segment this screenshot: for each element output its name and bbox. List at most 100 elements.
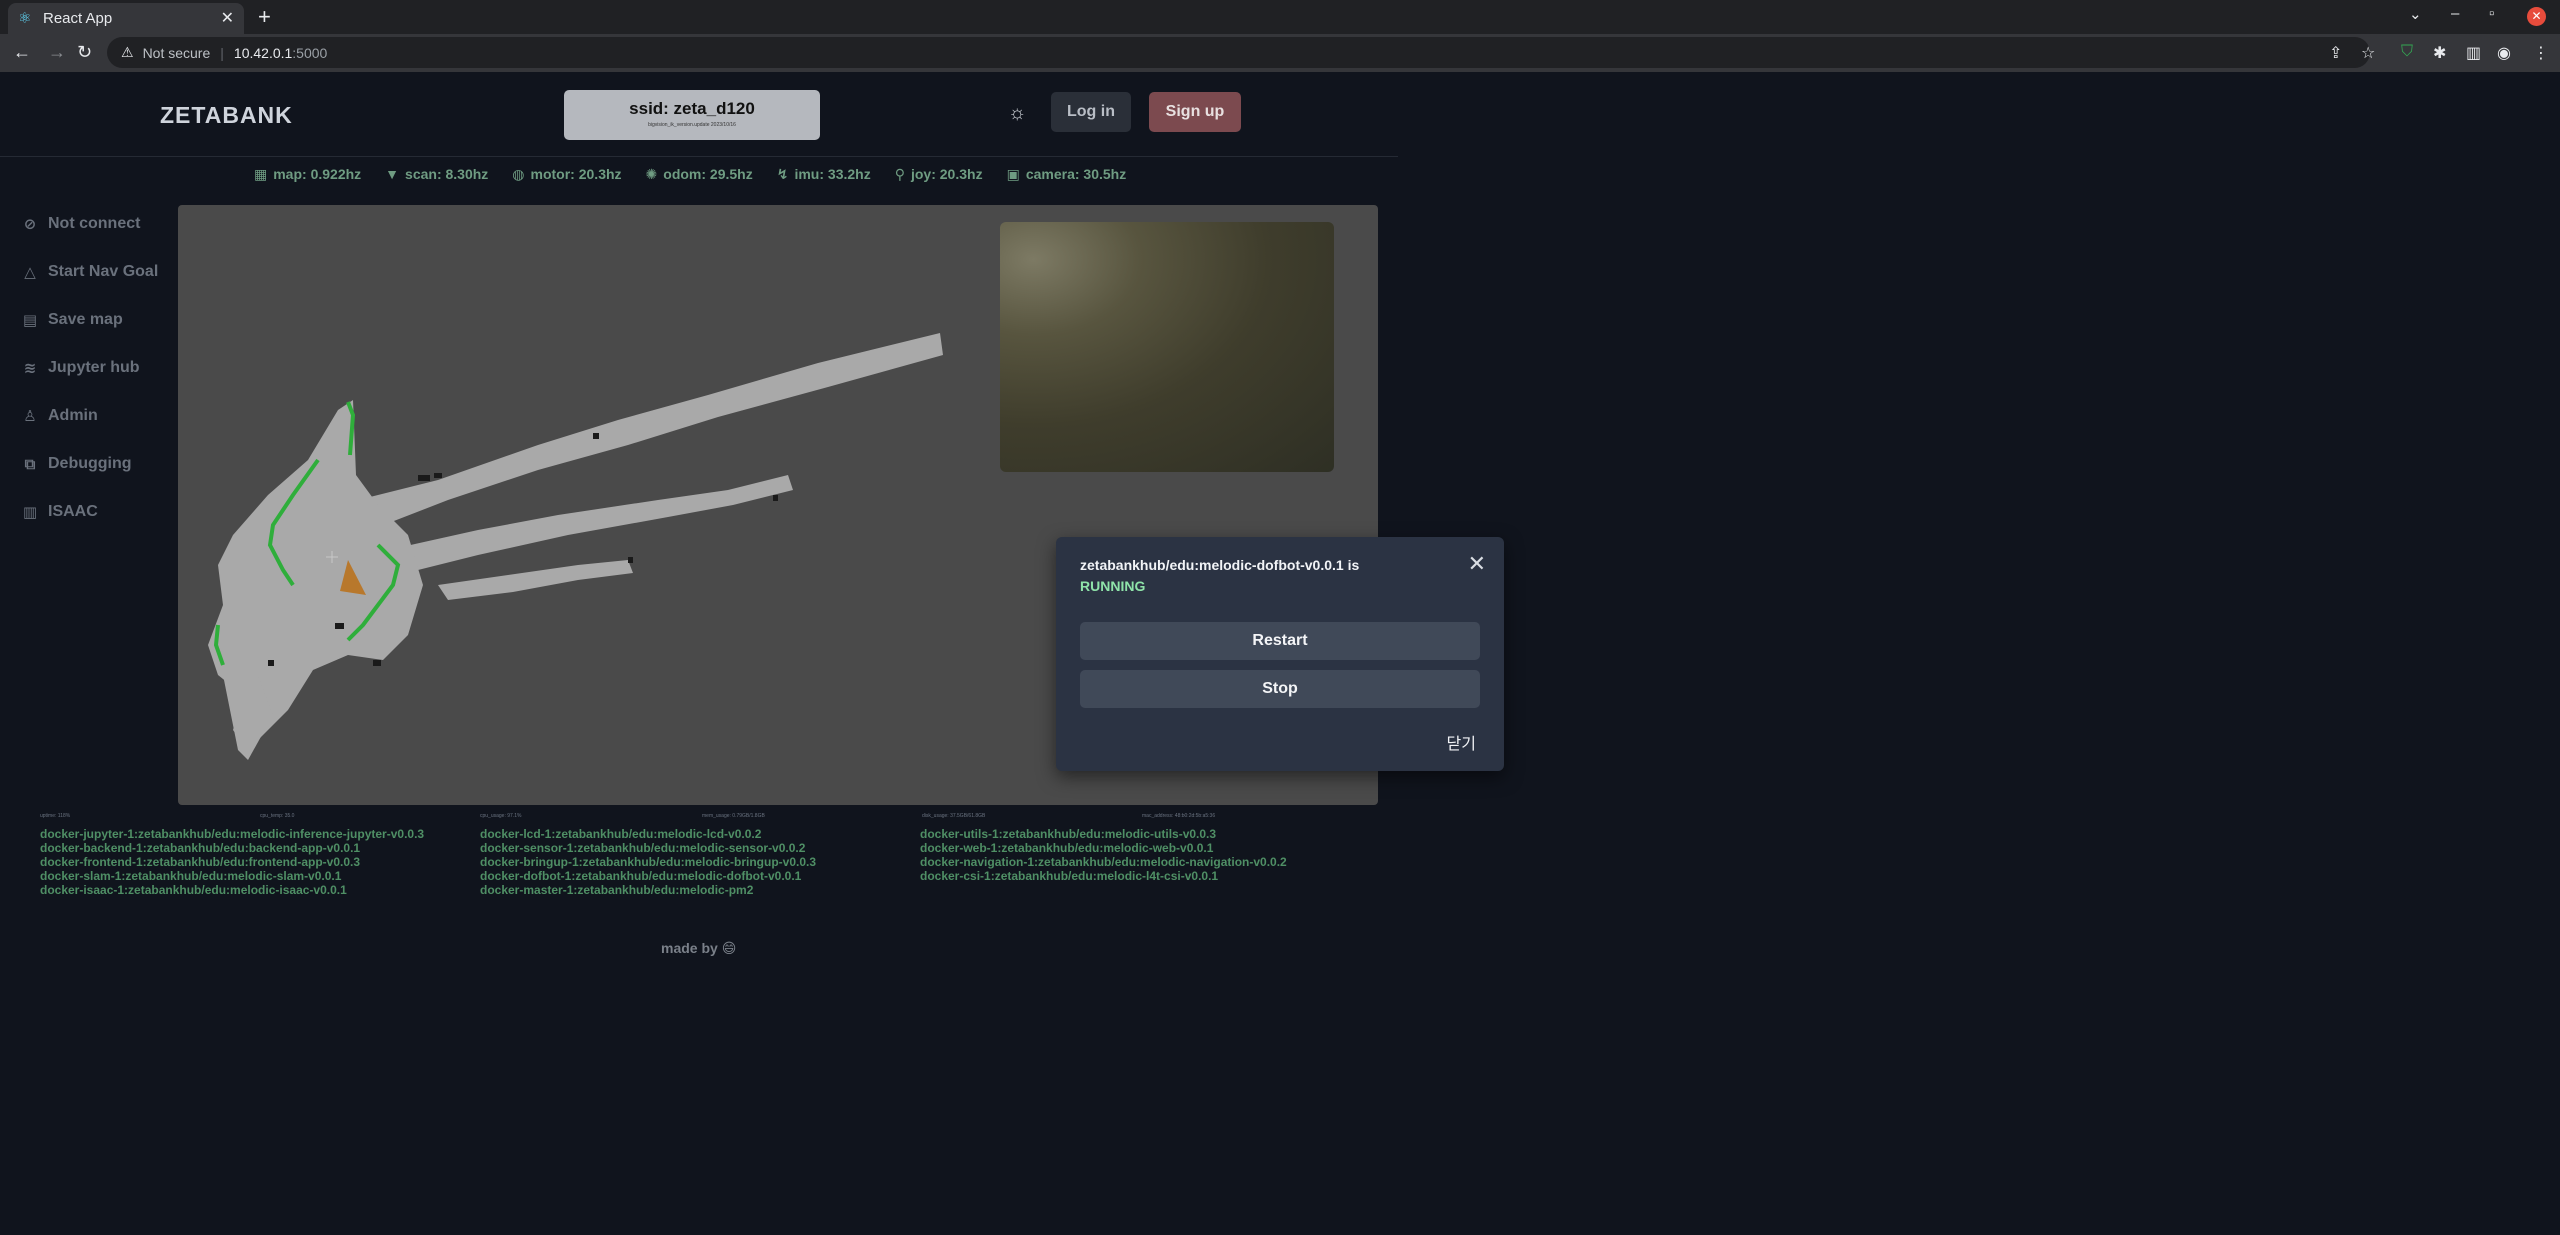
uptime-label: uptime: 118% <box>40 813 71 819</box>
signup-button[interactable]: Sign up <box>1149 92 1241 132</box>
ssid-box: ssid: zeta_d120 bigvision_ik_version.upd… <box>564 90 820 140</box>
dialog-title-text: zetabankhub/edu:melodic-dofbot-v0.0.1 is <box>1080 557 1360 573</box>
motor-icon: ◍ <box>512 165 525 182</box>
sidebar-item-connect[interactable]: ⊘ Not connect <box>20 200 180 248</box>
save-map-icon: ▤ <box>22 312 38 329</box>
url-port: :5000 <box>292 44 328 61</box>
container-item[interactable]: docker-isaac-1:zetabankhub/edu:melodic-i… <box>40 883 424 897</box>
address-bar[interactable]: ⚠ Not secure | 10.42.0.1 :5000 <box>107 37 2370 68</box>
browser-tab-bar: ⚛ React App ✕ + ⌄ – ▫ ✕ <box>0 0 2560 34</box>
chart-icon: ▥ <box>22 504 38 521</box>
restore-icon[interactable]: ▫ <box>2489 5 2494 22</box>
compass-icon: ⊘ <box>23 216 37 233</box>
status-text: motor: 20.3hz <box>530 166 622 182</box>
sidebar-item-label: Save map <box>48 311 123 328</box>
dialog-close-button[interactable]: 닫기 <box>1447 730 1476 754</box>
container-item[interactable]: docker-jupyter-1:zetabankhub/edu:melodic… <box>40 827 424 841</box>
sidebar: ⊘ Not connect △ Start Nav Goal ▤ Save map ≋… <box>20 200 180 536</box>
dialog-title: zetabankhub/edu:melodic-dofbot-v0.0.1 is… <box>1080 555 1440 597</box>
close-icon[interactable]: ✕ <box>1468 551 1486 577</box>
logo[interactable]: ZETABANK <box>160 102 293 129</box>
disk-usage-label: disk_usage: 37.5GB/61.8GB <box>922 813 986 819</box>
status-imu: ↯ imu: 33.2hz <box>777 164 871 184</box>
container-item[interactable]: docker-navigation-1:zetabankhub/edu:melo… <box>920 855 1287 869</box>
login-button[interactable]: Log in <box>1051 92 1131 132</box>
camera-icon: ▣ <box>1006 165 1020 182</box>
side-panel-icon[interactable]: ▥ <box>2466 43 2481 63</box>
container-item[interactable]: docker-frontend-1:zetabankhub/edu:fronte… <box>40 855 424 869</box>
container-list-3: docker-utils-1:zetabankhub/edu:melodic-u… <box>920 827 1287 883</box>
cpu-temp-label: cpu_temp: 35.0 <box>260 813 295 819</box>
tab-close-icon[interactable]: ✕ <box>221 8 234 28</box>
sidebar-item-nav-goal[interactable]: △ Start Nav Goal <box>20 248 180 296</box>
react-icon: ⚛ <box>18 9 32 27</box>
sidebar-item-label: Debugging <box>48 455 132 472</box>
status-odom: ✺ odom: 29.5hz <box>646 164 753 184</box>
container-item[interactable]: docker-slam-1:zetabankhub/edu:melodic-sl… <box>40 869 424 883</box>
container-status-badge: RUNNING <box>1080 578 1146 594</box>
sidebar-item-label: Jupyter hub <box>48 359 140 376</box>
sidebar-item-label: ISAAC <box>48 503 98 520</box>
sidebar-item-label: Start Nav Goal <box>48 263 159 280</box>
container-item[interactable]: docker-sensor-1:zetabankhub/edu:melodic-… <box>480 841 816 855</box>
container-item[interactable]: docker-web-1:zetabankhub/edu:melodic-web… <box>920 841 1287 855</box>
shield-extension-icon[interactable]: ⛉ <box>2401 43 2413 61</box>
jupyter-icon: ≋ <box>23 360 37 377</box>
window-close-icon[interactable]: ✕ <box>2527 7 2546 26</box>
imu-icon: ↯ <box>776 165 789 182</box>
sidebar-item-debugging[interactable]: ⧉ Debugging <box>20 440 180 488</box>
tab-title: React App <box>43 10 113 27</box>
sidebar-item-label: Not connect <box>48 215 141 232</box>
minimize-icon[interactable]: – <box>2451 5 2459 22</box>
restart-button[interactable]: Restart <box>1080 622 1480 660</box>
sidebar-item-label: Admin <box>48 407 98 424</box>
sidebar-item-admin[interactable]: ♙ Admin <box>20 392 180 440</box>
debug-icon: ⧉ <box>24 455 36 473</box>
bookmark-star-icon[interactable]: ☆ <box>2361 43 2375 63</box>
container-item[interactable]: docker-bringup-1:zetabankhub/edu:melodic… <box>480 855 816 869</box>
share-icon[interactable]: ⇪ <box>2329 43 2342 63</box>
status-text: odom: 29.5hz <box>663 166 753 182</box>
odom-icon: ✺ <box>645 165 658 182</box>
browser-tab[interactable]: ⚛ React App ✕ <box>8 3 244 34</box>
container-item[interactable]: docker-utils-1:zetabankhub/edu:melodic-u… <box>920 827 1287 841</box>
ssid-subtext: bigvision_ik_version.update 2023/10/16 <box>648 122 736 128</box>
status-text: joy: 20.3hz <box>910 166 983 182</box>
profile-avatar-icon[interactable]: ◉ <box>2497 43 2511 63</box>
browser-menu-icon[interactable]: ⋮ <box>2533 43 2549 63</box>
mac-address-label: mac_address: 48:b0:2d:5b:a5:36 <box>1142 813 1216 819</box>
container-item[interactable]: docker-csi-1:zetabankhub/edu:melodic-l4t… <box>920 869 1287 883</box>
sidebar-item-save-map[interactable]: ▤ Save map <box>20 296 180 344</box>
container-list-2: docker-lcd-1:zetabankhub/edu:melodic-lcd… <box>480 827 816 897</box>
container-item[interactable]: docker-lcd-1:zetabankhub/edu:melodic-lcd… <box>480 827 816 841</box>
sidebar-item-isaac[interactable]: ▥ ISAAC <box>20 488 180 536</box>
back-icon[interactable]: ← <box>13 42 31 63</box>
status-text: map: 0.922hz <box>273 166 362 182</box>
container-item[interactable]: docker-dofbot-1:zetabankhub/edu:melodic-… <box>480 869 816 883</box>
status-motor: ◍ motor: 20.3hz <box>512 164 621 184</box>
forward-icon[interactable]: → <box>48 42 66 63</box>
reload-icon[interactable]: ↻ <box>77 42 92 63</box>
status-joy: ⚲ joy: 20.3hz <box>895 164 983 184</box>
container-control-dialog: zetabankhub/edu:melodic-dofbot-v0.0.1 is… <box>1056 537 1504 771</box>
container-item[interactable]: docker-master-1:zetabankhub/edu:melodic-… <box>480 883 816 897</box>
browser-toolbar: ← → ↻ ⚠ Not secure | 10.42.0.1 :5000 ⇪ ☆… <box>0 34 2560 72</box>
extensions-icon[interactable]: ✱ <box>2433 43 2446 63</box>
cpu-usage-label: cpu_usage: 97.1% <box>480 813 522 819</box>
status-scan: ▼ scan: 8.30hz <box>385 164 488 184</box>
container-list-1: docker-jupyter-1:zetabankhub/edu:melodic… <box>40 827 424 897</box>
url-separator: | <box>220 44 224 61</box>
theme-toggle-icon[interactable]: ☼ <box>1008 102 1026 125</box>
mem-usage-label: mem_usage: 0.79GB/1.8GB <box>702 813 765 819</box>
sidebar-item-jupyter[interactable]: ≋ Jupyter hub <box>20 344 180 392</box>
header-divider <box>0 156 1398 157</box>
container-item[interactable]: docker-backend-1:zetabankhub/edu:backend… <box>40 841 424 855</box>
topic-status-bar: ▦ map: 0.922hz ▼ scan: 8.30hz ◍ motor: 20.3… <box>254 164 1150 184</box>
new-tab-button[interactable]: + <box>258 4 271 30</box>
stop-button[interactable]: Stop <box>1080 670 1480 708</box>
footer-made-by: made by 😄 <box>661 940 737 956</box>
map-icon: ▦ <box>254 165 268 182</box>
navigation-icon: △ <box>24 264 36 281</box>
not-secure-label: Not secure <box>142 44 211 61</box>
tab-search-icon[interactable]: ⌄ <box>2409 5 2422 23</box>
